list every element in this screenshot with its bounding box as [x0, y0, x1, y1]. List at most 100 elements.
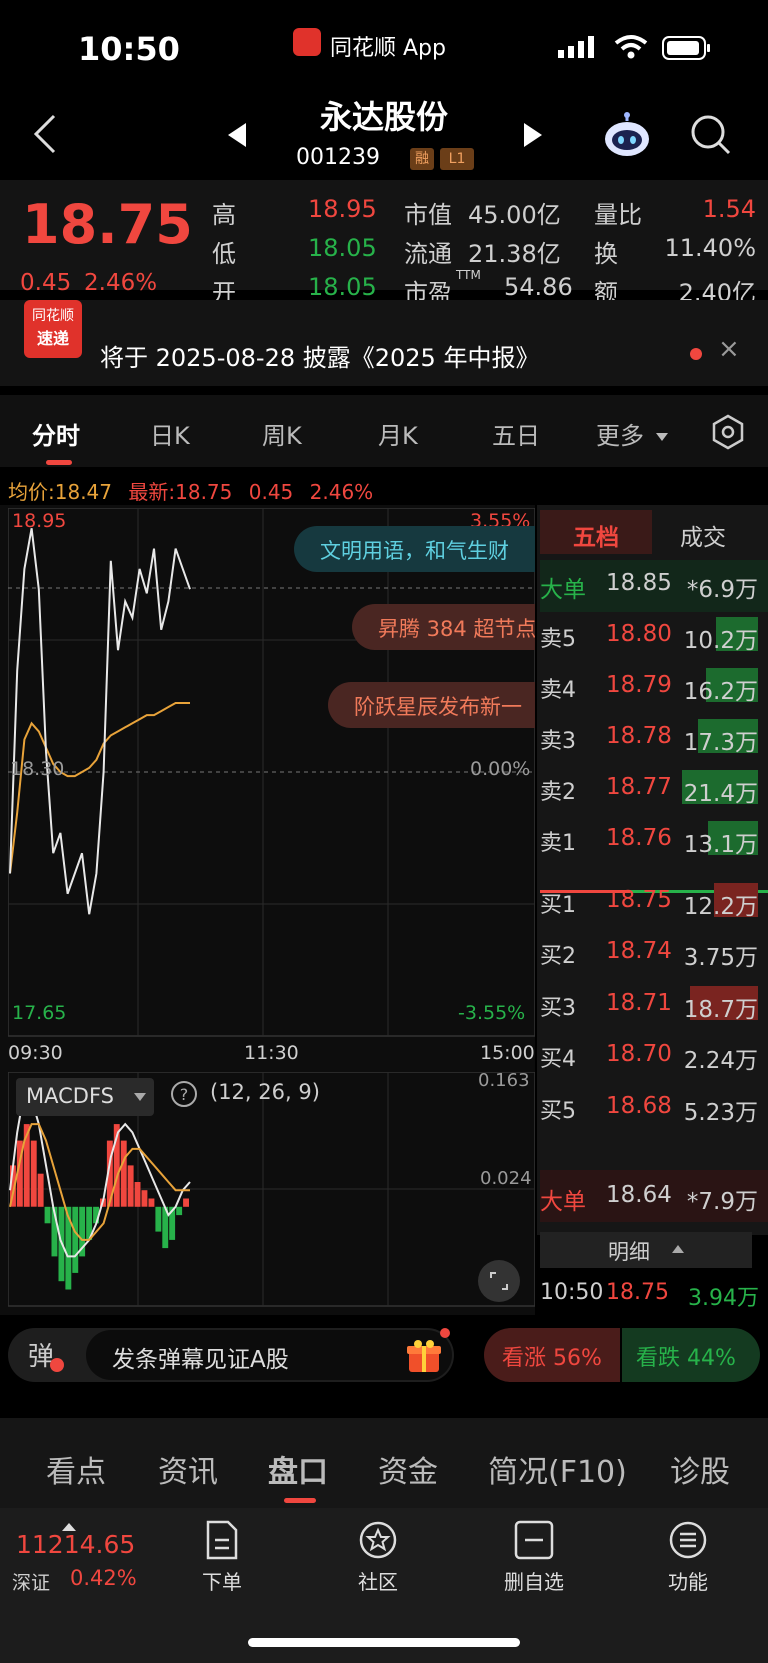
index-value[interactable]: 11214.65 [16, 1530, 135, 1559]
high-label: 高 [212, 201, 236, 229]
tab-five-day[interactable]: 五日 [492, 416, 540, 451]
tab-intraday[interactable]: 分时 [32, 416, 80, 451]
news-pill-3[interactable]: 阶跃星辰发布新一 [328, 682, 535, 728]
bid-3-price: 18.71 [606, 990, 672, 1016]
price-line [9, 528, 191, 915]
macd-histogram-bar [72, 1206, 79, 1273]
bid-4-label: 买4 [540, 1047, 576, 1072]
tab-f10[interactable]: 简况(F10) [488, 1447, 627, 1491]
ask-3-vol: 17.3万 [683, 730, 758, 756]
order-icon[interactable] [204, 1520, 240, 1564]
pe-ttm-sup: TTM [456, 268, 481, 282]
community-label[interactable]: 社区 [333, 1566, 423, 1595]
x-axis-start: 09:30 [8, 1042, 63, 1064]
robot-assistant-icon[interactable] [602, 112, 652, 162]
tab-diagnose[interactable]: 诊股 [670, 1447, 730, 1491]
detail-header[interactable]: 明细 [540, 1232, 752, 1268]
help-icon[interactable]: ? [170, 1080, 198, 1112]
danmu-input[interactable]: 发条弹幕见证A股 [86, 1330, 452, 1380]
gift-dot [440, 1328, 450, 1338]
danmu-on-dot [50, 1358, 64, 1372]
settings-icon[interactable] [710, 414, 746, 454]
tab-month-k[interactable]: 月K [378, 416, 418, 451]
mktcap-value: 45.00亿 [468, 201, 561, 229]
fullscreen-icon [490, 1272, 508, 1290]
indicator-selector[interactable]: MACDFS [16, 1078, 154, 1116]
tab-news[interactable]: 资讯 [158, 1447, 218, 1491]
news-pill-1[interactable]: 文明用语，和气生财 [294, 526, 535, 572]
tab-handicap[interactable]: 盘口 [268, 1447, 328, 1491]
macd-histogram-bar [37, 1173, 44, 1207]
community-icon[interactable] [358, 1520, 398, 1564]
ask-1-label: 卖1 [540, 831, 576, 856]
trade-vol: 3.94万 [688, 1286, 759, 1311]
dropdown-caret-icon [656, 426, 668, 445]
fullscreen-button[interactable] [478, 1260, 520, 1302]
intraday-price-chart[interactable] [8, 508, 535, 1038]
indicator-name: MACDFS [26, 1084, 114, 1108]
avg-value: 18.47 [54, 480, 113, 504]
tab-week-k[interactable]: 周K [262, 416, 302, 451]
news-pill-3-text: 阶跃星辰发布新一 [354, 695, 522, 719]
tab-highlights[interactable]: 看点 [46, 1447, 106, 1491]
y-axis-bottom: 17.65 [12, 1002, 67, 1024]
latest-value: 18.75 [175, 480, 233, 504]
bearish-button[interactable]: 看跌 44% [622, 1328, 760, 1382]
high-value: 18.95 [308, 195, 377, 223]
remove-watchlist-icon[interactable] [514, 1520, 554, 1564]
gift-icon[interactable] [406, 1338, 442, 1378]
pe-value: 54.86 [504, 273, 573, 301]
home-indicator [248, 1638, 520, 1647]
volratio-value: 1.54 [702, 195, 756, 223]
unread-dot [690, 348, 702, 360]
news-pill-2[interactable]: 昇腾 384 超节点 [352, 604, 535, 650]
x-axis-end: 15:00 [480, 1042, 535, 1064]
macd-histogram-bar [183, 1198, 189, 1207]
news-text[interactable]: 将于 2025-08-28 披露《2025 年中报》 [100, 338, 539, 373]
big-sell-vol: *6.9万 [686, 577, 758, 603]
macd-histogram-bar [44, 1206, 51, 1224]
avg-price-line [9, 702, 190, 874]
remove-watchlist-label[interactable]: 删自选 [489, 1566, 579, 1595]
ask-1-price: 18.76 [606, 825, 672, 851]
function-label[interactable]: 功能 [643, 1566, 733, 1595]
ask-2-vol: 21.4万 [683, 781, 758, 807]
ask-3-price: 18.78 [606, 723, 672, 749]
next-stock-icon[interactable] [522, 122, 544, 152]
function-icon[interactable] [668, 1520, 708, 1564]
ask-3-label: 卖3 [540, 729, 576, 754]
ask-2-price: 18.77 [606, 774, 672, 800]
bullish-button[interactable]: 看涨 56% [484, 1328, 620, 1382]
danmu-placeholder: 发条弹幕见证A股 [112, 1347, 289, 1373]
search-icon[interactable] [690, 114, 732, 160]
bid-4-price: 18.70 [606, 1041, 672, 1067]
macd-histogram-bar [148, 1198, 155, 1207]
news-badge: 同花顺 速递 [24, 300, 82, 358]
news-close-button[interactable]: × [718, 334, 740, 364]
news-pill-2-text: 昇腾 384 超节点 [378, 617, 535, 641]
x-axis-mid: 11:30 [244, 1042, 299, 1064]
macd-axis-top: 0.163 [478, 1070, 530, 1091]
bid-3-label: 买3 [540, 996, 576, 1021]
tab-day-k[interactable]: 日K [150, 416, 190, 451]
tab-five-levels[interactable]: 五档 [540, 510, 652, 554]
price-change: 0.45 [20, 270, 72, 296]
news-badge-top: 同花顺 [32, 308, 74, 324]
news-pill-1-text: 文明用语，和气生财 [320, 539, 509, 563]
ask-2-label: 卖2 [540, 780, 576, 805]
tab-more[interactable]: 更多 [596, 416, 644, 451]
detail-up-caret-icon [672, 1245, 684, 1253]
order-label[interactable]: 下单 [177, 1566, 267, 1595]
macd-histogram-bar [120, 1140, 127, 1207]
index-pct: 0.42% [70, 1566, 137, 1590]
bullish-label: 看涨 56% [502, 1346, 602, 1371]
price-change-pct: 2.46% [84, 270, 158, 296]
tab-funds[interactable]: 资金 [378, 1447, 438, 1491]
stock-name: 永达股份 [319, 98, 448, 136]
bid-1-vol: 12.2万 [683, 894, 758, 920]
tab-trades[interactable]: 成交 [680, 518, 726, 552]
big-buy-label: 大单 [540, 1189, 586, 1215]
bottom-tab-indicator [284, 1498, 316, 1503]
signal-icon [558, 36, 598, 62]
status-time: 10:50 [78, 30, 180, 68]
